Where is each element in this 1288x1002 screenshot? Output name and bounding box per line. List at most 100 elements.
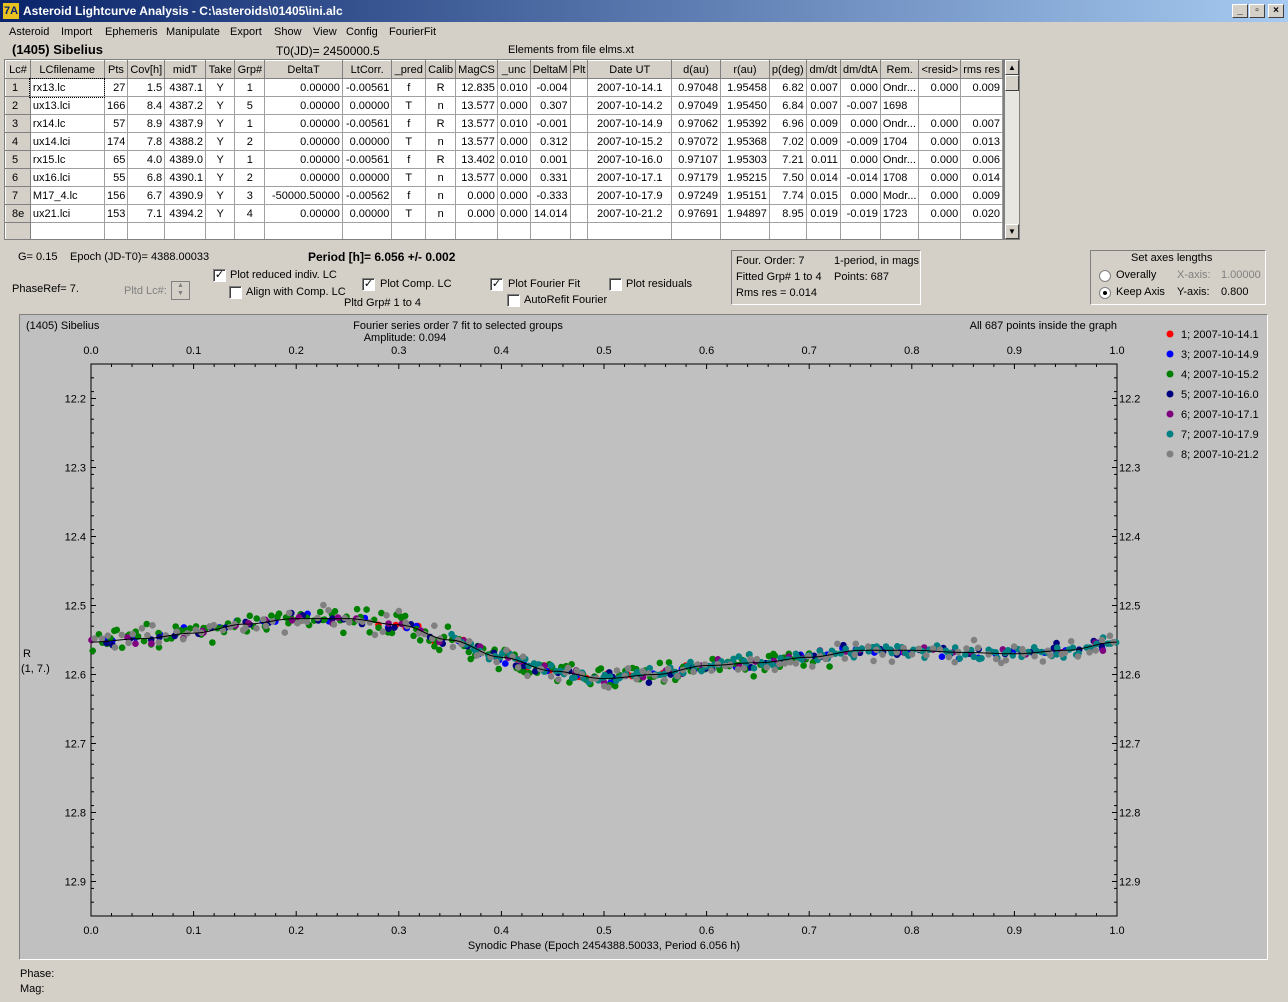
grid-cell[interactable]: 1.95392 xyxy=(719,114,770,133)
grid-cell[interactable]: 0.009 xyxy=(960,78,1003,97)
grid-col-header[interactable]: LtCorr. xyxy=(341,60,393,79)
grid-cell[interactable]: 0.007 xyxy=(960,114,1003,133)
grid-col-header[interactable]: Rem. xyxy=(879,60,920,79)
grid-cell[interactable]: n xyxy=(425,204,457,223)
grid-col-header[interactable]: Calib xyxy=(425,60,457,79)
grid-cell[interactable]: R xyxy=(425,150,457,169)
grid-cell[interactable]: 0.97062 xyxy=(671,114,721,133)
table-row[interactable]: 7 M17_4.lc 156 6.7 4390.9 Y 3 -50000.50000 -0.00… xyxy=(5,186,1003,205)
grid-cell[interactable]: Ondr... xyxy=(879,114,920,133)
grid-cell[interactable]: 1.5 xyxy=(127,78,166,97)
grid-cell[interactable]: 0.006 xyxy=(960,150,1003,169)
grid-cell[interactable]: -0.009 xyxy=(839,132,881,151)
spin-down-icon[interactable]: ▼ xyxy=(172,290,189,298)
grid-cell[interactable] xyxy=(569,204,589,223)
grid-cell[interactable]: 0.001 xyxy=(529,150,571,169)
grid-cell[interactable]: 7.74 xyxy=(768,186,807,205)
grid-col-header[interactable]: midT xyxy=(164,60,207,79)
grid-cell[interactable]: ux14.lci xyxy=(29,132,105,151)
grid-col-header[interactable]: Cov[h] xyxy=(127,60,166,79)
grid-cell[interactable]: T xyxy=(391,96,427,115)
grid-cell[interactable]: 2007-10-17.1 xyxy=(587,168,673,187)
grid-cell[interactable]: 0.019 xyxy=(805,204,841,223)
grid-col-header[interactable]: r(au) xyxy=(719,60,770,79)
grid-cell[interactable]: 0.000 xyxy=(496,168,531,187)
grid-cell[interactable]: 166 xyxy=(103,96,129,115)
grid-cell[interactable]: 1698 xyxy=(879,96,920,115)
grid-cell[interactable]: 13.577 xyxy=(455,96,498,115)
grid-cell[interactable]: 57 xyxy=(103,114,129,133)
grid-cell[interactable]: 0.00000 xyxy=(264,78,343,97)
grid-cell[interactable] xyxy=(569,150,589,169)
grid-cell[interactable] xyxy=(569,186,589,205)
grid-cell[interactable]: Y xyxy=(205,186,236,205)
grid-scrollbar[interactable]: ▲ ▼ xyxy=(1004,59,1020,240)
grid-cell[interactable] xyxy=(960,96,1003,115)
grid-cell[interactable]: 0.000 xyxy=(918,186,962,205)
grid-cell[interactable]: 14.014 xyxy=(529,204,571,223)
table-row[interactable]: 6 ux16.lci 55 6.8 4390.1 Y 2 0.00000 0.00000 Tn 13… xyxy=(5,168,1003,187)
grid-cell[interactable]: 0.000 xyxy=(839,150,881,169)
grid-cell[interactable]: -0.007 xyxy=(839,96,881,115)
grid-col-header[interactable]: Lc# xyxy=(5,60,31,79)
grid-cell[interactable]: 2007-10-14.1 xyxy=(587,78,673,97)
grid-cell[interactable]: Y xyxy=(205,96,236,115)
grid-cell[interactable]: 1.95303 xyxy=(719,150,770,169)
grid-cell[interactable]: 4390.1 xyxy=(164,168,207,187)
scroll-up-icon[interactable]: ▲ xyxy=(1005,60,1019,75)
align-comp-checkbox[interactable] xyxy=(229,286,242,299)
grid-cell[interactable]: 1.95151 xyxy=(719,186,770,205)
grid-col-header[interactable]: _pred xyxy=(391,60,427,79)
grid-cell[interactable]: -0.333 xyxy=(529,186,571,205)
grid-cell[interactable]: rx13.lc xyxy=(29,77,106,98)
grid-cell[interactable]: -0.00561 xyxy=(341,78,393,97)
grid-cell[interactable]: 1.94897 xyxy=(719,204,770,223)
menu-fourierfit[interactable]: FourierFit xyxy=(389,26,436,38)
grid-cell[interactable]: 174 xyxy=(103,132,129,151)
table-row[interactable]: 5 rx15.lc 65 4.0 4389.0 Y 1 0.00000 -0.00561 f R 13… xyxy=(5,150,1003,169)
grid-cell[interactable]: 153 xyxy=(103,204,129,223)
grid-cell[interactable]: 2007-10-21.2 xyxy=(587,204,673,223)
plot-fourier-checkbox[interactable]: ✓ xyxy=(490,278,503,291)
grid-cell[interactable]: 3 xyxy=(234,186,266,205)
grid-cell[interactable]: 4.0 xyxy=(127,150,166,169)
grid-cell[interactable]: 1708 xyxy=(879,168,920,187)
grid-cell[interactable]: n xyxy=(425,186,457,205)
grid-col-header[interactable]: dm/dt xyxy=(805,60,841,79)
grid-cell[interactable]: 1 xyxy=(234,114,266,133)
grid-cell[interactable]: ux13.lci xyxy=(29,96,105,115)
grid-col-header[interactable]: Take xyxy=(205,60,236,79)
overally-radio[interactable] xyxy=(1099,270,1111,282)
grid-cell[interactable]: 5 xyxy=(234,96,266,115)
grid-cell[interactable]: 0.97179 xyxy=(671,168,721,187)
grid-cell[interactable]: -0.004 xyxy=(529,78,571,97)
grid-cell[interactable]: 0.97249 xyxy=(671,186,721,205)
grid-cell[interactable]: 7.02 xyxy=(768,132,807,151)
restore-button[interactable]: ▫ xyxy=(1249,4,1265,18)
grid-cell[interactable]: 0.000 xyxy=(839,78,881,97)
table-row[interactable]: 1 rx13.lc 27 1.5 4387.1 Y 1 0.00000 -0.00561 f R 12… xyxy=(5,77,1003,98)
table-row[interactable]: 2 ux13.lci 166 8.4 4387.2 Y 5 0.00000 0.00000 Tn 1… xyxy=(5,96,1003,115)
lightcurve-grid[interactable]: Lc# LCfilename Pts Cov[h] midT Take Grp# DeltaT… xyxy=(4,59,1004,240)
grid-cell[interactable]: -0.001 xyxy=(529,114,571,133)
grid-cell[interactable]: 6.7 xyxy=(127,186,166,205)
grid-cell[interactable]: Y xyxy=(205,204,236,223)
grid-cell[interactable]: 55 xyxy=(103,168,129,187)
grid-cell[interactable]: Ondr... xyxy=(879,78,920,97)
row-header[interactable]: 8e xyxy=(5,204,31,223)
grid-cell[interactable]: 0.331 xyxy=(529,168,571,187)
grid-cell[interactable]: 2007-10-17.9 xyxy=(587,186,673,205)
grid-cell[interactable]: ux21.lci xyxy=(29,204,105,223)
grid-cell[interactable]: f xyxy=(391,150,427,169)
grid-cell[interactable]: 8.4 xyxy=(127,96,166,115)
row-header[interactable]: 3 xyxy=(5,114,31,133)
grid-cell[interactable]: 0.000 xyxy=(918,132,962,151)
grid-col-header[interactable]: rms res xyxy=(960,60,1003,79)
grid-cell[interactable]: 0.009 xyxy=(960,186,1003,205)
grid-cell[interactable]: 8.9 xyxy=(127,114,166,133)
grid-cell[interactable]: T xyxy=(391,204,427,223)
row-header[interactable]: 2 xyxy=(5,96,31,115)
grid-cell[interactable]: 0.000 xyxy=(839,186,881,205)
spin-up-icon[interactable]: ▲ xyxy=(172,282,189,290)
grid-cell[interactable] xyxy=(569,114,589,133)
